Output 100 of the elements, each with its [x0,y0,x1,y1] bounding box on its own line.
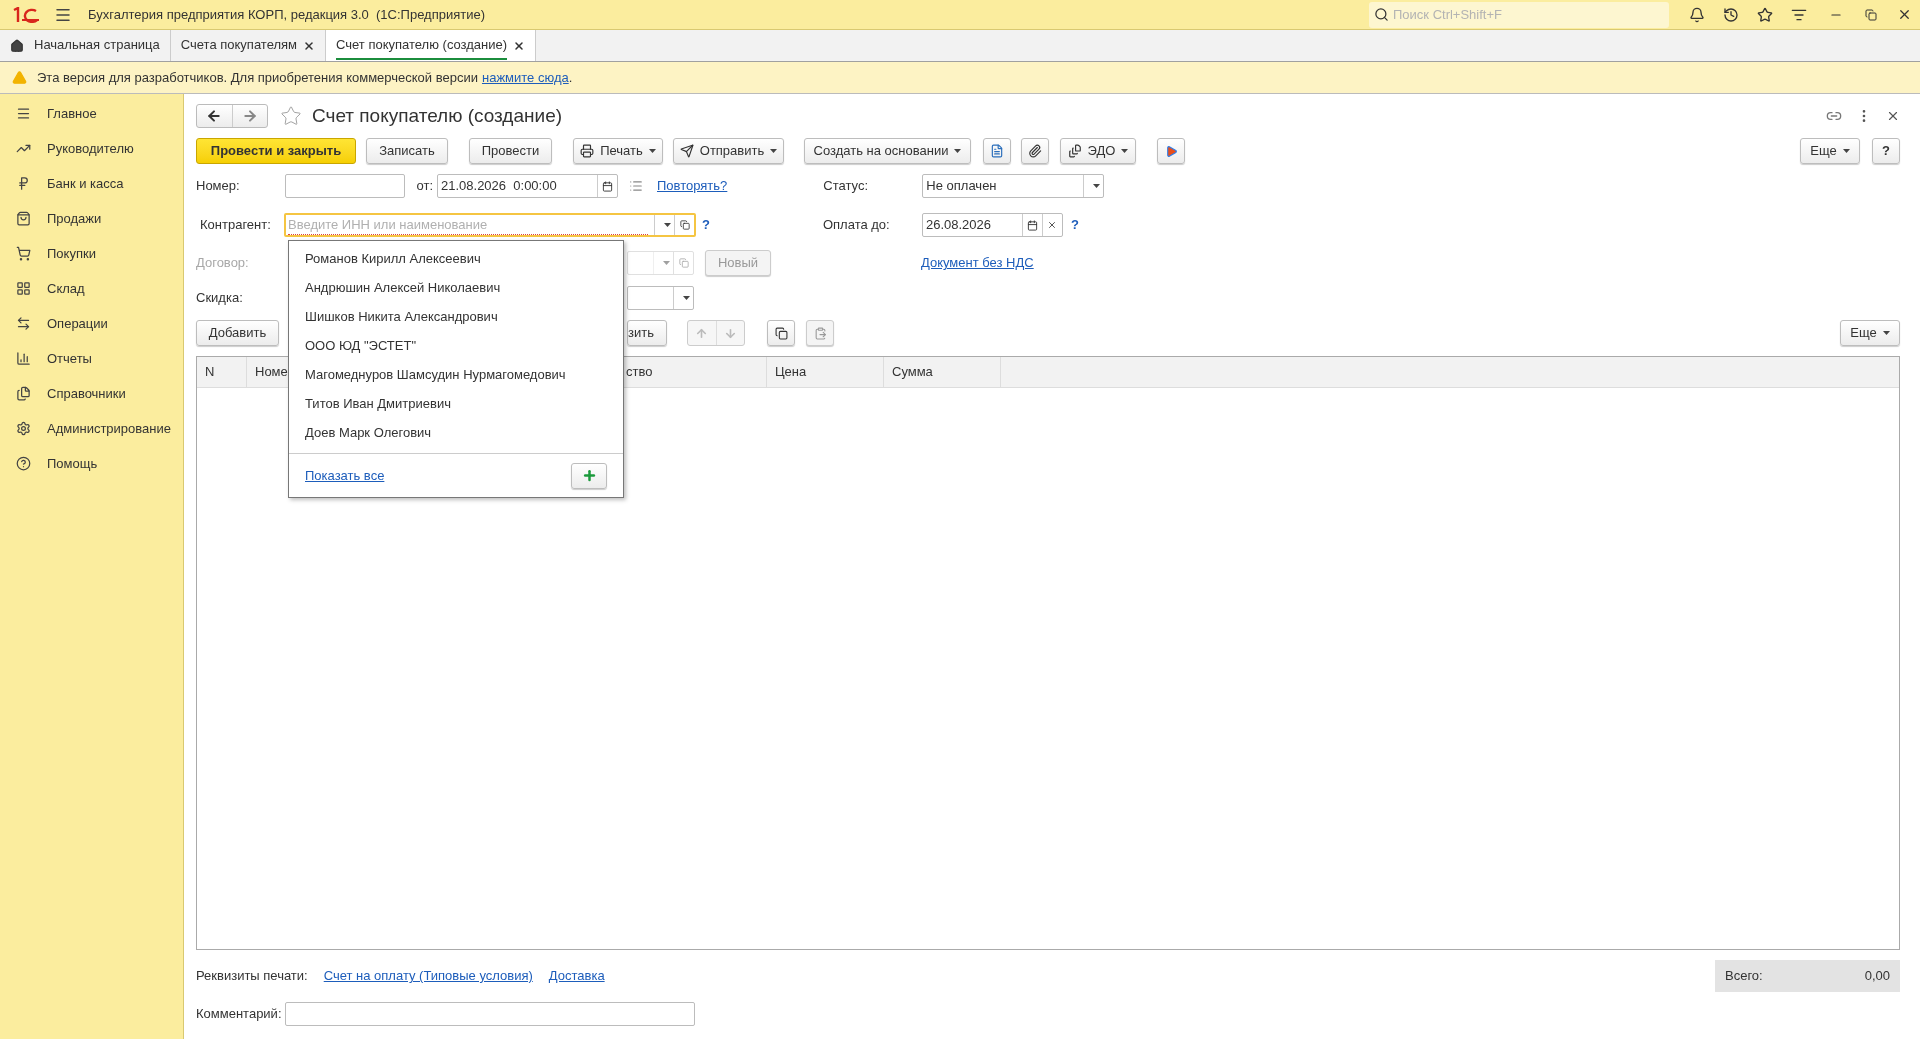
help-icon [16,456,31,471]
copy-button[interactable] [767,320,795,346]
plus-icon [581,468,597,483]
field-label: Контрагент: [199,216,272,235]
help-mark[interactable]: ? [1070,215,1079,235]
dropdown-item[interactable]: Магомеднуров Шамсудин Нурмагомедович [289,360,623,389]
dropdown-icon [664,223,671,227]
sidebar-item[interactable]: Отчеты [0,341,183,376]
restore-icon[interactable] [1865,8,1877,21]
tab-label: Счета покупателям [180,35,298,54]
calendar-icon [602,180,613,192]
help-mark[interactable]: ? [702,215,710,235]
history-icon[interactable] [1723,6,1739,23]
repeat-link[interactable]: Повторять? [657,176,728,196]
caret-icon [1121,149,1129,153]
menu-button[interactable]: Отправить [673,138,784,164]
add-button[interactable] [571,462,607,489]
column-header[interactable]: N [197,357,247,387]
arrows-icon [16,316,31,331]
sidebar-item[interactable]: Помощь [0,446,183,481]
cart-icon [16,246,31,261]
sidebar-item[interactable]: Продажи [0,201,183,236]
field-label: Договор: [196,255,249,271]
search-field[interactable]: Поиск Ctrl+Shift+F [1369,1,1669,28]
toolbar-button[interactable]: Провести [469,138,552,164]
field-label: Реквизиты печати: [196,967,308,986]
sidebar-item[interactable]: Главное [0,96,183,131]
grid-icon [16,281,31,296]
caret-icon [770,149,778,153]
input-field[interactable] [285,1002,695,1026]
dropdown-item[interactable]: ООО ЮД "ЭСТЕТ" [289,331,623,360]
sidebar-item[interactable]: Администрирование [0,411,183,446]
field-label: Скидка: [196,290,243,306]
close-icon[interactable] [1886,109,1900,123]
toolbar-button[interactable]: Записать [366,138,448,164]
column-header[interactable]: Цена [767,357,884,387]
input-field[interactable]: Введите ИНН или наименование [284,213,696,237]
star-icon[interactable] [1757,6,1773,23]
paste-icon [813,326,827,340]
print-link[interactable]: Счет на оплату (Типовые условия) [323,966,533,986]
input-field[interactable] [627,251,694,275]
column-header[interactable]: Сумма [884,357,1001,387]
more-button[interactable]: Еще [1840,320,1900,346]
input-field[interactable]: 26.08.2026 [921,213,1063,237]
close-icon[interactable] [1897,7,1912,22]
home-icon [10,38,24,53]
close-icon[interactable] [513,39,526,52]
post-and-close-button[interactable]: Провести и закрыть [196,138,356,164]
logo-icon [12,6,42,23]
sidebar-item[interactable]: Склад [0,271,183,306]
play-button[interactable] [1157,138,1185,164]
sidebar-item[interactable]: Справочники [0,376,183,411]
help-button[interactable]: ? [1872,138,1900,164]
bag-icon [16,211,31,226]
star-icon[interactable] [280,105,302,127]
document-icon [1067,144,1082,158]
vat-link[interactable]: Документ без НДС [921,253,1034,273]
menu-button[interactable]: Создать на основании [804,138,971,164]
input-field[interactable]: 21.08.2026 0:00:00 [437,174,618,198]
send-icon [679,144,694,158]
open-icon [679,220,690,230]
more-button[interactable]: Еще [1800,138,1860,164]
tab[interactable]: Счет покупателю (создание) [326,30,537,61]
toolbar-button[interactable]: зить [627,320,667,346]
copy-icon [774,326,788,340]
paste-button[interactable] [806,320,834,346]
list-icon[interactable] [629,179,643,193]
caret-icon [954,149,962,153]
files-icon [16,386,31,401]
sidebar-item[interactable]: Операции [0,306,183,341]
open-icon [678,258,689,268]
input-field[interactable] [285,174,405,198]
ruble-icon [16,176,31,191]
field-label: Комментарий: [196,1005,283,1024]
menu-button[interactable]: ЭДО [1060,138,1136,164]
dropdown-icon [1093,184,1101,188]
menu-button[interactable]: Печать [573,138,663,164]
field-label: Номер: [196,177,241,196]
dropdown-item[interactable]: Романов Кирилл Алексеевич [289,244,623,273]
dropdown-item[interactable]: Доев Марк Олегович [289,418,623,447]
input-field[interactable] [627,286,694,310]
dropdown-item[interactable]: Титов Иван Дмитриевич [289,389,623,418]
buy-link[interactable]: нажмите сюда [481,67,569,88]
tab[interactable]: Начальная страница [0,30,171,61]
attach-button[interactable] [1021,138,1049,164]
close-icon[interactable] [303,39,316,52]
search-icon [1374,6,1389,22]
print-link[interactable]: Доставка [548,966,605,986]
bell-icon[interactable] [1689,6,1705,23]
printer-icon [580,144,595,158]
sidebar-item[interactable]: Руководителю [0,131,183,166]
structure-button[interactable] [983,138,1011,164]
dropdown-item[interactable]: Шишков Никита Александрович [289,302,623,331]
show-all-link[interactable]: Показать все [305,465,385,486]
dropdown-item[interactable]: Андрюшин Алексей Николаевич [289,273,623,302]
sidebar-item[interactable]: Покупки [0,236,183,271]
sidebar-item[interactable]: Банк и касса [0,166,183,201]
app-title: Бухгалтерия предприятия КОРП, редакция 3.0 (1С:Предприятие) [88,5,486,24]
input-field[interactable]: Не оплачен [922,174,1105,198]
add-button[interactable]: Добавить [196,320,279,346]
